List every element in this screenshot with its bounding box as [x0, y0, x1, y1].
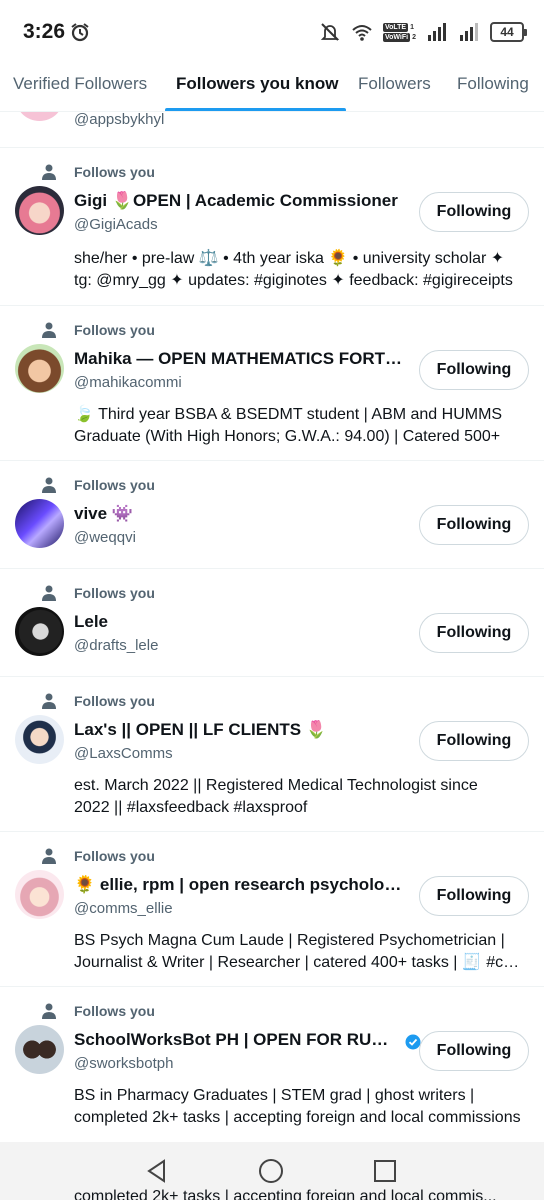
user-bio: est. March 2022 || Registered Medical Te…	[74, 775, 524, 819]
avatar[interactable]	[15, 186, 64, 235]
bio-line: 2022 || #laxsfeedback #laxsproof	[74, 799, 308, 816]
bio-line: tg: @mry_gg ✦ updates: #giginotes ✦ feed…	[74, 272, 513, 289]
tab-followers-you-know[interactable]: Followers you know	[176, 74, 338, 94]
user-name[interactable]: Lele	[74, 612, 108, 632]
user-bio: she/her • pre-law ⚖️ • 4th year iska 🌻 •…	[74, 248, 524, 292]
person-icon	[42, 693, 56, 709]
status-icons: VoLTE 1 VoWiFi 2 44	[319, 20, 527, 44]
scroll-ghost-text: completed 2k+ tasks | accepting foreign …	[74, 1188, 497, 1200]
tab-verified-followers[interactable]: Verified Followers	[13, 74, 147, 94]
user-name[interactable]: 🌻 ellie, rpm | open research psychology	[74, 875, 404, 895]
bio-line: est. March 2022 || Registered Medical Te…	[74, 777, 478, 794]
alarm-icon	[71, 23, 89, 42]
person-icon	[42, 585, 56, 601]
person-icon	[42, 848, 56, 864]
follows-you-label: Follows you	[74, 585, 155, 601]
signal-2-icon	[460, 23, 478, 41]
user-handle[interactable]: @LaxsComms	[74, 745, 173, 762]
bio-line: she/her • pre-law ⚖️ • 4th year iska 🌻 •…	[74, 250, 505, 267]
user-handle[interactable]: @mahikacommi	[74, 374, 182, 391]
list-item[interactable]: Follows you 🌻 ellie, rpm | open research…	[0, 832, 544, 987]
follows-you-label: Follows you	[74, 848, 155, 864]
list-item[interactable]: @appsbykhyl	[0, 112, 544, 148]
recent-apps-square-icon[interactable]	[372, 1158, 398, 1184]
wifi-icon	[352, 25, 372, 41]
list-item[interactable]: Follows you vive 👾 @weqqvi Following	[0, 461, 544, 569]
following-button[interactable]: Following	[419, 721, 529, 761]
user-bio: BS Psych Magna Cum Laude | Registered Ps…	[74, 930, 524, 974]
bio-line: 🍃 Third year BSBA & BSEDMT student | ABM…	[74, 406, 503, 423]
user-name[interactable]: Mahika — OPEN MATHEMATICS FORTE 🧬	[74, 349, 404, 369]
following-button[interactable]: Following	[419, 1031, 529, 1071]
person-icon	[42, 1003, 56, 1019]
user-handle[interactable]: @weqqvi	[74, 529, 136, 546]
mute-bell-icon	[320, 23, 340, 41]
user-bio: BS in Pharmacy Graduates | STEM grad | g…	[74, 1085, 524, 1129]
avatar[interactable]	[15, 870, 64, 919]
follows-you-label: Follows you	[74, 693, 155, 709]
bio-line: BS in Pharmacy Graduates | STEM grad | g…	[74, 1087, 475, 1104]
avatar[interactable]	[15, 715, 64, 764]
user-name[interactable]: vive 👾	[74, 504, 133, 524]
person-icon	[42, 164, 56, 180]
follows-you-label: Follows you	[74, 322, 155, 338]
followers-list: @appsbykhyl Follows you Gigi 🌷OPEN | Aca…	[0, 112, 544, 1142]
avatar	[15, 112, 64, 121]
signal-1-icon	[428, 23, 446, 41]
follows-you-label: Follows you	[74, 1003, 155, 1019]
battery-icon: 44	[490, 22, 527, 42]
bio-line: completed 2k+ tasks | accepting foreign …	[74, 1109, 521, 1126]
home-circle-icon[interactable]	[258, 1158, 284, 1184]
list-item[interactable]: Follows you Lele @drafts_lele Following	[0, 569, 544, 677]
follows-you-label: Follows you	[74, 477, 155, 493]
following-button[interactable]: Following	[419, 876, 529, 916]
bio-line: BS Psych Magna Cum Laude | Registered Ps…	[74, 932, 505, 949]
user-name[interactable]: SchoolWorksBot PH | OPEN FOR RUSH ...	[74, 1030, 396, 1050]
following-button[interactable]: Following	[419, 192, 529, 232]
user-handle[interactable]: @GigiAcads	[74, 216, 158, 233]
avatar[interactable]	[15, 607, 64, 656]
follows-you-label: Follows you	[74, 164, 155, 180]
user-bio: 🍃 Third year BSBA & BSEDMT student | ABM…	[74, 404, 524, 448]
list-item[interactable]: Follows you Gigi 🌷OPEN | Academic Commis…	[0, 148, 544, 306]
volte-indicator: VoLTE 1 VoWiFi 2	[382, 22, 416, 42]
list-item[interactable]: Follows you Mahika — OPEN MATHEMATICS FO…	[0, 306, 544, 461]
user-handle[interactable]: @sworksbotph	[74, 1055, 173, 1072]
avatar[interactable]	[15, 1025, 64, 1074]
volte-label: VoLTE	[382, 22, 409, 32]
following-button[interactable]: Following	[419, 613, 529, 653]
tab-followers[interactable]: Followers	[358, 74, 431, 94]
following-button[interactable]: Following	[419, 505, 529, 545]
status-bar: 3:26 VoLTE 1 VoWiFi 2 44	[0, 0, 544, 62]
avatar[interactable]	[15, 499, 64, 548]
user-name[interactable]: Lax's || OPEN || LF CLIENTS 🌷	[74, 720, 327, 740]
tab-bar: Verified Followers Followers you know Fo…	[0, 62, 544, 112]
user-name[interactable]: Gigi 🌷OPEN | Academic Commissioner	[74, 191, 398, 211]
list-item[interactable]: Follows you SchoolWorksBot PH | OPEN FOR…	[0, 987, 544, 1142]
tab-following[interactable]: Following	[457, 74, 529, 94]
following-button[interactable]: Following	[419, 350, 529, 390]
bio-line: Graduate (With High Honors; G.W.A.: 94.0…	[74, 428, 501, 445]
vowifi-label: VoWiFi	[382, 32, 411, 42]
volte-sim-1: 1	[410, 23, 414, 31]
person-icon	[42, 477, 56, 493]
person-icon	[42, 322, 56, 338]
volte-sim-2: 2	[412, 33, 416, 41]
status-time: 3:26	[23, 20, 66, 43]
bio-line: Journalist & Writer | Researcher | cater…	[74, 954, 524, 971]
user-handle: @appsbykhyl	[74, 112, 165, 128]
user-handle[interactable]: @drafts_lele	[74, 637, 158, 654]
avatar[interactable]	[15, 344, 64, 393]
back-triangle-icon[interactable]	[144, 1158, 170, 1184]
list-item[interactable]: Follows you Lax's || OPEN || LF CLIENTS …	[0, 677, 544, 832]
user-handle[interactable]: @comms_ellie	[74, 900, 173, 917]
